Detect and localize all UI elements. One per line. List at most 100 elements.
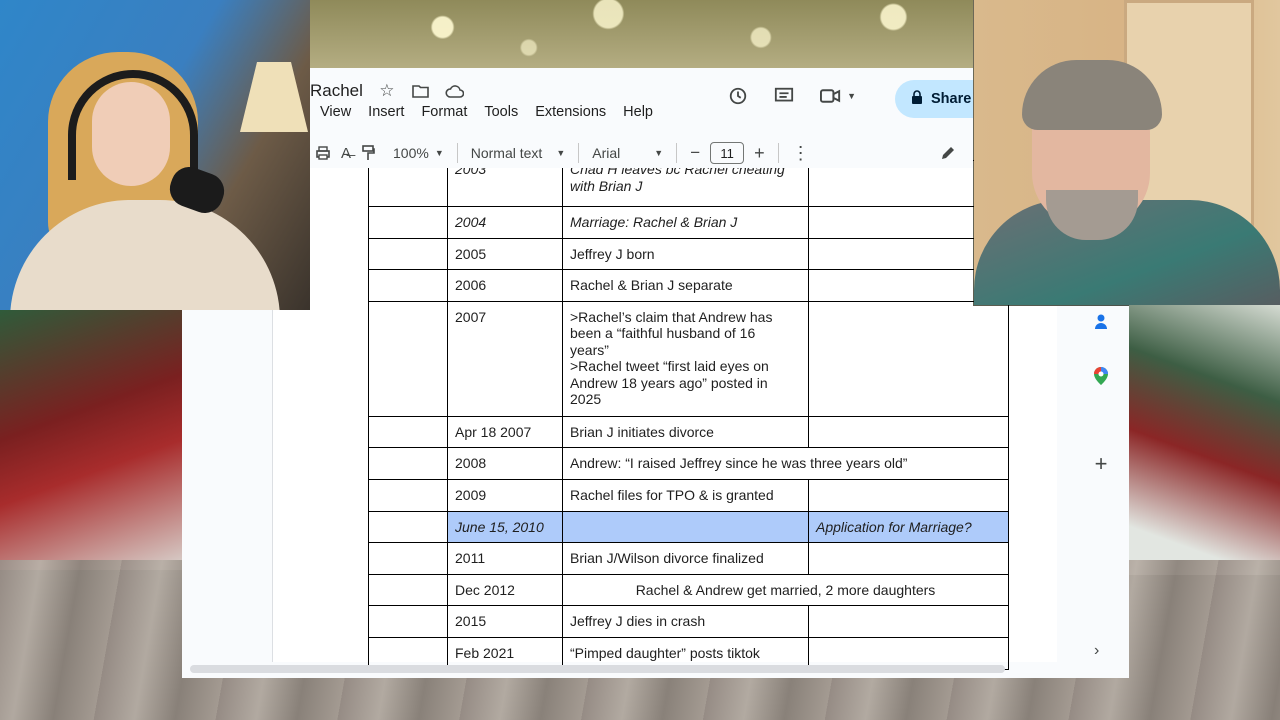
table-cell-event[interactable]: Andrew: “I raised Jeffrey since he was t…	[562, 447, 1009, 480]
table-row: 2011 Brian J/Wilson divorce finalized	[368, 542, 1009, 575]
menu-format[interactable]: Format	[421, 104, 467, 120]
edit-mode-icon[interactable]	[935, 138, 961, 168]
table-cell-date[interactable]: 2008	[447, 447, 563, 480]
contacts-icon[interactable]	[1092, 312, 1110, 330]
print-icon[interactable]	[310, 138, 336, 168]
star-icon[interactable]: ☆	[377, 81, 397, 101]
table-cell-note[interactable]	[808, 605, 1009, 638]
menu-view[interactable]: View	[320, 104, 351, 120]
doc-title[interactable]: Rachel	[310, 81, 363, 101]
menu-extensions[interactable]: Extensions	[535, 104, 606, 120]
decrease-font-size-button[interactable]: −	[685, 138, 705, 168]
cloud-status-icon[interactable]	[445, 81, 465, 101]
menu-tools[interactable]: Tools	[484, 104, 518, 120]
table-cell-blank[interactable]	[368, 605, 448, 638]
chevron-right-icon[interactable]: ›	[1094, 642, 1099, 660]
table-cell-date[interactable]: 2004	[447, 206, 563, 239]
table-cell-date[interactable]: Dec 2012	[447, 573, 563, 607]
table-cell-date[interactable]: 2015	[447, 605, 563, 638]
menu-insert[interactable]: Insert	[368, 104, 404, 120]
table-cell-blank[interactable]	[368, 510, 448, 544]
table-row: 2008 Andrew: “I raised Jeffrey since he w…	[368, 447, 1009, 480]
table-cell-date[interactable]: Apr 18 2007	[447, 415, 563, 449]
add-addon-icon[interactable]: +	[1092, 451, 1110, 476]
comments-icon[interactable]	[774, 86, 794, 106]
increase-font-size-button[interactable]: +	[749, 138, 770, 168]
font-select[interactable]: Arial ▼	[587, 138, 668, 168]
menu-help[interactable]: Help	[623, 104, 653, 120]
table-cell-date[interactable]: 2007	[447, 300, 563, 417]
webcam-left	[0, 0, 310, 310]
table-cell-note[interactable]	[808, 300, 1009, 417]
table-cell-event[interactable]	[562, 510, 809, 544]
table-cell-event[interactable]: Marriage: Rachel & Brian J	[562, 206, 809, 239]
table-cell-event[interactable]: Jeffrey J dies in crash	[562, 605, 809, 638]
table-cell-blank[interactable]	[368, 300, 448, 417]
table-cell-blank[interactable]	[368, 206, 448, 239]
table-cell-date[interactable]: 2005	[447, 237, 563, 271]
table-row: June 15, 2010 Application for Marriage?	[368, 510, 1009, 544]
table-row: 2005 Jeffrey J born	[368, 237, 1009, 271]
zoom-select[interactable]: 100% ▼	[388, 138, 449, 168]
style-value: Normal text	[470, 145, 543, 161]
table-cell-event[interactable]: Rachel & Andrew get married, 2 more daug…	[562, 573, 1009, 607]
webcam-right	[974, 0, 1280, 305]
lock-icon	[911, 89, 923, 109]
share-button[interactable]: Share	[895, 80, 973, 118]
table-cell-date[interactable]: 2009	[447, 478, 563, 512]
table-cell-event[interactable]: >Rachel’s claim that Andrew has been a “…	[562, 300, 809, 417]
chevron-down-icon: ▼	[556, 148, 566, 158]
table-cell-event[interactable]: Rachel files for TPO & is granted	[562, 478, 809, 512]
menu-bar: View Insert Format Tools Extensions Help	[320, 104, 653, 120]
table-cell-blank[interactable]	[368, 269, 448, 302]
person-hair	[1022, 60, 1162, 130]
table-cell-note[interactable]	[808, 478, 1009, 512]
table-cell-event[interactable]: Brian J initiates divorce	[562, 415, 809, 449]
spellcheck-icon[interactable]: A̶	[336, 138, 356, 168]
timeline-table: 2003 Chad H leaves bc Rachel cheating wit…	[368, 160, 1009, 670]
table-cell-note[interactable]: Application for Marriage?	[808, 510, 1009, 544]
meet-icon[interactable]: ▼	[820, 86, 856, 106]
table-cell-blank[interactable]	[368, 415, 448, 449]
table-cell-blank[interactable]	[368, 573, 448, 607]
horizontal-scrollbar[interactable]	[190, 665, 1005, 673]
table-cell-blank[interactable]	[368, 478, 448, 512]
chevron-down-icon: ▼	[434, 148, 444, 158]
table-cell-note[interactable]	[808, 415, 1009, 449]
table-cell-event[interactable]: Rachel & Brian J separate	[562, 269, 809, 302]
chevron-down-icon: ▼	[654, 148, 664, 158]
formatting-toolbar: A̶ 100% ▼ Normal text ▼ Arial ▼ − 11 + ⋮	[310, 138, 973, 168]
toolbar-divider	[777, 143, 779, 163]
zoom-value: 100%	[393, 145, 429, 161]
table-cell-blank[interactable]	[368, 542, 448, 575]
table-row: Apr 18 2007 Brian J initiates divorce	[368, 415, 1009, 449]
toolbar-divider	[456, 143, 458, 163]
table-cell-blank[interactable]	[368, 237, 448, 271]
table-row: 2004 Marriage: Rachel & Brian J	[368, 206, 1009, 239]
table-cell-blank[interactable]	[368, 447, 448, 480]
share-label: Share	[931, 91, 972, 107]
toolbar-divider	[676, 143, 678, 163]
version-history-icon[interactable]	[728, 86, 748, 106]
header-actions: ▼	[728, 86, 856, 106]
more-options-icon[interactable]: ⋮	[787, 138, 815, 168]
font-size-field[interactable]: 11	[705, 138, 749, 168]
table-cell-date[interactable]: June 15, 2010	[447, 510, 563, 544]
paint-format-icon[interactable]	[356, 138, 380, 168]
move-folder-icon[interactable]	[411, 81, 431, 101]
title-row: Rachel ☆	[310, 78, 465, 104]
background-christmas-decor-left	[0, 310, 182, 570]
table-cell-date[interactable]: 2006	[447, 269, 563, 302]
table-cell-note[interactable]	[808, 542, 1009, 575]
font-value: Arial	[592, 145, 621, 161]
maps-icon[interactable]	[1092, 367, 1110, 385]
font-size-value: 11	[710, 142, 745, 164]
table-row: 2015 Jeffrey J dies in crash	[368, 605, 1009, 638]
table-cell-event[interactable]: Jeffrey J born	[562, 237, 809, 271]
table-row: 2009 Rachel files for TPO & is granted	[368, 478, 1009, 512]
table-cell-event[interactable]: Brian J/Wilson divorce finalized	[562, 542, 809, 575]
background-bokeh	[310, 0, 973, 68]
style-select[interactable]: Normal text ▼	[466, 138, 571, 168]
table-row: 2006 Rachel & Brian J separate	[368, 269, 1009, 302]
table-cell-date[interactable]: 2011	[447, 542, 563, 575]
